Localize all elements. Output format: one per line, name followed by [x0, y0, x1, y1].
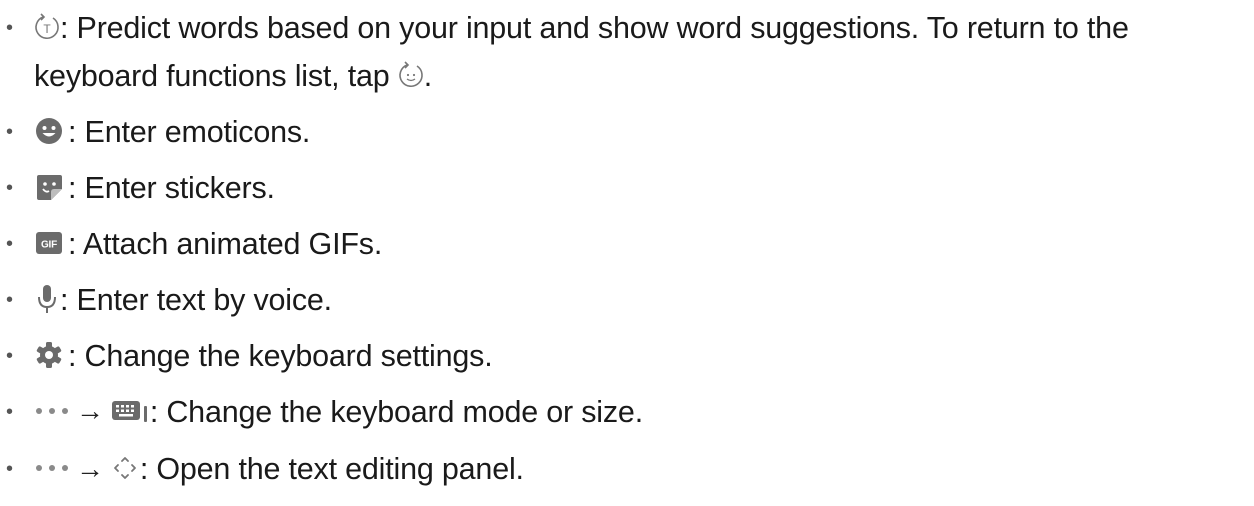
- bullet: •: [6, 345, 13, 367]
- arrow: →: [76, 395, 104, 427]
- bullet: •: [6, 289, 13, 311]
- more-options-icon: [34, 463, 70, 473]
- settings-description: : Change the keyboard settings.: [68, 339, 493, 373]
- keyboard-functions-list: • T : Predict words based on your input …: [0, 0, 1254, 495]
- gif-icon: GIF: [34, 228, 64, 258]
- more-options-icon: [34, 406, 70, 416]
- bullet: •: [6, 233, 13, 255]
- emoticon-icon: [34, 116, 64, 146]
- bullet: •: [6, 17, 13, 39]
- list-item-settings: • : Change the keyboard settings.: [0, 333, 1254, 380]
- stickers-description: : Enter stickers.: [68, 171, 275, 205]
- emoticons-description: : Enter emoticons.: [68, 115, 311, 149]
- predictive-text-description: : Predict words based on your input and …: [34, 11, 1129, 93]
- list-item-voice: • : Enter text by voice.: [0, 277, 1254, 324]
- bullet: •: [6, 401, 13, 423]
- svg-text:T: T: [43, 22, 51, 36]
- microphone-icon: [34, 283, 60, 315]
- text-editing-description: : Open the text editing panel.: [139, 452, 524, 487]
- bullet: •: [6, 458, 13, 481]
- keyboard-mode-description: : Change the keyboard mode or size.: [149, 395, 643, 429]
- gear-icon: [34, 340, 64, 370]
- sticker-icon: [34, 172, 64, 202]
- list-item-text-editing: • → : Open the text editing panel.: [0, 446, 1254, 494]
- list-item-stickers: • : Enter stickers.: [0, 165, 1254, 212]
- emoji-toggle-icon: [398, 60, 424, 90]
- gifs-description: : Attach animated GIFs.: [68, 227, 383, 261]
- keyboard-mode-icon: [110, 396, 150, 426]
- voice-description: : Enter text by voice.: [60, 283, 332, 317]
- bullet: •: [6, 121, 13, 143]
- trailing-period: .: [423, 59, 433, 93]
- list-item-predictive-text: • T : Predict words based on your input …: [0, 4, 1249, 100]
- list-item-keyboard-mode: • → : Change the keyboard mode or size.: [0, 389, 1254, 437]
- arrow: →: [76, 452, 104, 484]
- list-item-gifs: • GIF : Attach animated GIFs.: [0, 221, 1254, 268]
- predictive-text-icon: T: [34, 12, 60, 42]
- text-editing-icon: [110, 453, 140, 483]
- bullet: •: [6, 177, 13, 199]
- list-item-emoticons: • : Enter emoticons.: [0, 109, 1254, 156]
- gif-icon-label: GIF: [41, 239, 57, 250]
